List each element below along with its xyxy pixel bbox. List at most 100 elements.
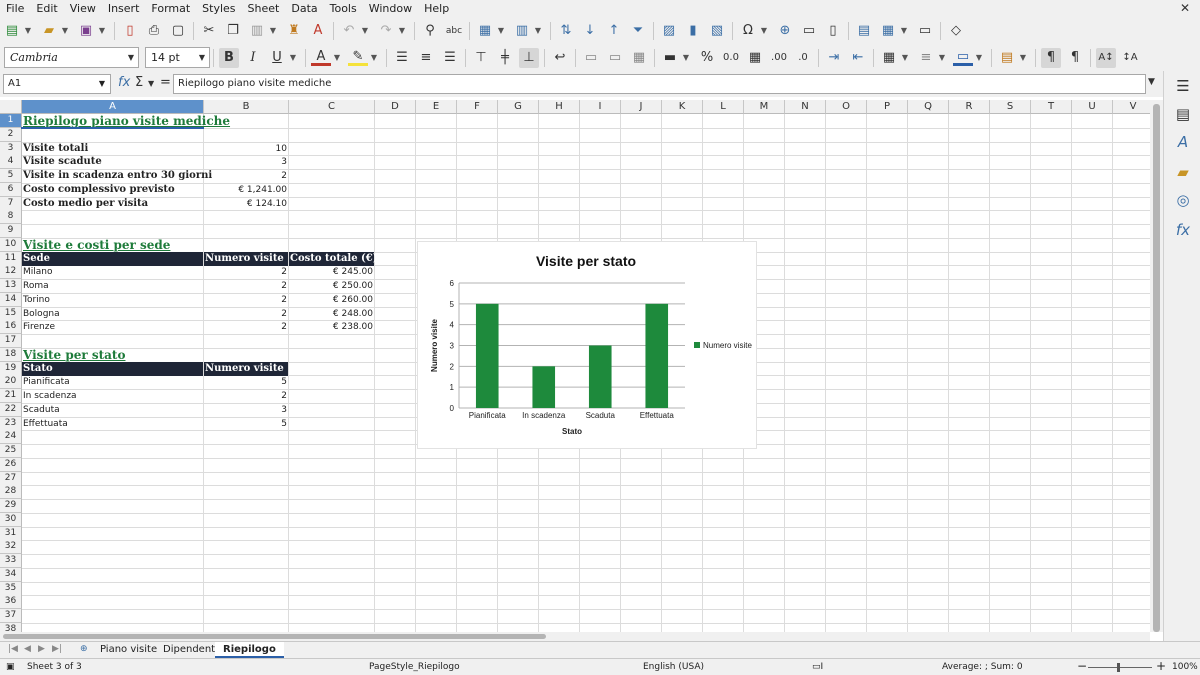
wrap-text-icon[interactable]: ↩ — [550, 48, 570, 68]
navigator-icon[interactable]: ◎ — [1173, 191, 1193, 211]
row-header-20[interactable]: 20 — [0, 375, 22, 390]
row-header-23[interactable]: 23 — [0, 416, 22, 431]
conditional-format-icon[interactable]: ▤ — [997, 48, 1017, 68]
new-document-icon[interactable]: ▤ — [2, 21, 22, 41]
row-header-25[interactable]: 25 — [0, 444, 22, 458]
chevron-down-icon[interactable]: ▼ — [367, 48, 381, 68]
redo-icon[interactable]: ↷ — [376, 21, 396, 41]
table-cell[interactable]: € 250.00 — [289, 279, 374, 293]
bar-chart[interactable]: Visite per stato 0 1 2 3 4 5 6 Pianificata In sca… — [417, 241, 757, 449]
chevron-down-icon[interactable]: ▼ — [897, 21, 911, 41]
chevron-down-icon[interactable]: ▼ — [679, 48, 693, 68]
column-header-q[interactable]: Q — [908, 100, 949, 114]
row-header-7[interactable]: 7 — [0, 196, 22, 211]
horizontal-scrollbar-thumb[interactable] — [3, 634, 546, 639]
define-print-area-icon[interactable]: ▤ — [854, 21, 874, 41]
paste-icon[interactable]: ▥ — [247, 21, 267, 41]
menu-tools[interactable]: Tools — [324, 2, 363, 15]
print-icon[interactable]: ⎙ — [144, 21, 164, 41]
column-header-s[interactable]: S — [990, 100, 1031, 114]
summary-value-cell[interactable]: 10 — [204, 142, 288, 156]
table-cell[interactable]: Pianificata — [22, 375, 203, 389]
column-header-e[interactable]: E — [416, 100, 457, 114]
autofilter-icon[interactable]: ⏷ — [628, 21, 648, 41]
row-header-9[interactable]: 9 — [0, 224, 22, 238]
function-wizard-icon[interactable]: fx — [118, 75, 130, 90]
page-style[interactable]: PageStyle_Riepilogo — [369, 659, 460, 675]
zoom-slider-handle[interactable] — [1117, 663, 1120, 672]
summary-label-cell[interactable]: Visite totali — [22, 142, 203, 156]
table-cell[interactable]: 2 — [204, 307, 288, 321]
chevron-down-icon[interactable]: ▼ — [99, 79, 105, 88]
table-cell[interactable]: Milano — [22, 265, 203, 279]
vertical-scrollbar-thumb[interactable] — [1153, 104, 1160, 632]
menu-sheet[interactable]: Sheet — [242, 2, 286, 15]
summary-value-cell[interactable]: € 124.10 — [204, 197, 288, 211]
zoom-out-icon[interactable]: − — [1077, 659, 1087, 673]
add-decimal-button[interactable]: .00 — [769, 48, 789, 68]
merge-cells-icon[interactable]: ▭ — [605, 48, 625, 68]
table-cell[interactable]: Bologna — [22, 307, 203, 321]
row-header-18[interactable]: 18 — [0, 347, 22, 362]
save-icon[interactable]: ▣ — [76, 21, 96, 41]
text-direction-rtl-icon[interactable]: ¶ — [1065, 48, 1085, 68]
horizontal-scrollbar[interactable] — [0, 632, 1150, 641]
freeze-rows-columns-icon[interactable]: ▦ — [878, 21, 898, 41]
table-cell[interactable]: € 260.00 — [289, 293, 374, 307]
table-cell[interactable]: 2 — [204, 293, 288, 307]
row-header-19[interactable]: 19 — [0, 361, 22, 376]
chevron-down-icon[interactable]: ▼ — [898, 48, 912, 68]
row-header-2[interactable]: 2 — [0, 127, 22, 142]
border-style-icon[interactable]: ≡ — [916, 48, 936, 68]
comment-icon[interactable]: ▭ — [799, 21, 819, 41]
row-header-6[interactable]: 6 — [0, 182, 22, 197]
name-box[interactable]: A1 ▼ — [3, 74, 111, 94]
column-header-v[interactable]: V — [1113, 100, 1150, 114]
header-footer-icon[interactable]: ▯ — [823, 21, 843, 41]
chevron-down-icon[interactable]: ▼ — [266, 21, 280, 41]
sum-icon[interactable]: Σ — [135, 75, 143, 90]
row-header-33[interactable]: 33 — [0, 554, 22, 568]
menu-insert[interactable]: Insert — [102, 2, 146, 15]
row-header-27[interactable]: 27 — [0, 471, 22, 486]
summary-value-cell[interactable]: € 1,241.00 — [204, 183, 288, 197]
table-header-cell[interactable]: Stato — [22, 361, 203, 376]
align-bottom-icon[interactable]: ⊥ — [519, 47, 539, 68]
add-sheet-icon[interactable]: ⊕ — [80, 644, 88, 654]
table-cell[interactable]: € 245.00 — [289, 265, 374, 279]
row-header-8[interactable]: 8 — [0, 210, 22, 225]
decrease-indent-icon[interactable]: ⇤ — [848, 48, 868, 68]
chevron-down-icon[interactable]: ▼ — [199, 53, 205, 62]
chevron-down-icon[interactable]: ▼ — [1016, 48, 1030, 68]
menu-window[interactable]: Window — [363, 2, 418, 15]
highlight-color-icon[interactable]: ✎ — [348, 49, 368, 66]
table-cell[interactable]: Firenze — [22, 320, 203, 334]
font-size-box[interactable]: 14 pt ▼ — [145, 47, 210, 68]
table-header-cell[interactable]: Numero visite — [204, 361, 288, 376]
row-header-24[interactable]: 24 — [0, 430, 22, 445]
number-format-button[interactable]: 0.0 — [721, 48, 741, 68]
currency-format-icon[interactable]: ▬ — [660, 48, 680, 68]
row-header-21[interactable]: 21 — [0, 389, 22, 403]
font-color-icon[interactable]: A — [311, 49, 331, 66]
column-header-b[interactable]: B — [204, 100, 289, 114]
row-header-32[interactable]: 32 — [0, 540, 22, 555]
row-header-38[interactable]: 38 — [0, 622, 22, 632]
summary-value-cell[interactable]: 2 — [204, 169, 288, 183]
row-header-17[interactable]: 17 — [0, 334, 22, 348]
row-icon[interactable]: ▦ — [475, 21, 495, 41]
table-cell[interactable]: Roma — [22, 279, 203, 293]
close-icon[interactable]: ✕ — [1180, 1, 1190, 15]
row-header-28[interactable]: 28 — [0, 485, 22, 500]
gallery-icon[interactable]: ▰ — [1173, 163, 1193, 183]
align-top-icon[interactable]: ⊤ — [471, 48, 491, 68]
table-cell[interactable]: 2 — [204, 320, 288, 334]
row-header-30[interactable]: 30 — [0, 512, 22, 527]
show-draw-functions-icon[interactable]: ◇ — [946, 21, 966, 41]
text-orientation-horizontal-icon[interactable]: A↕ — [1096, 47, 1116, 68]
row-header-12[interactable]: 12 — [0, 265, 22, 280]
underline-button[interactable]: U — [267, 48, 287, 68]
column-icon[interactable]: ▥ — [512, 21, 532, 41]
table-cell[interactable]: € 238.00 — [289, 320, 374, 334]
sort-ascending-icon[interactable]: ↓ — [580, 21, 600, 41]
